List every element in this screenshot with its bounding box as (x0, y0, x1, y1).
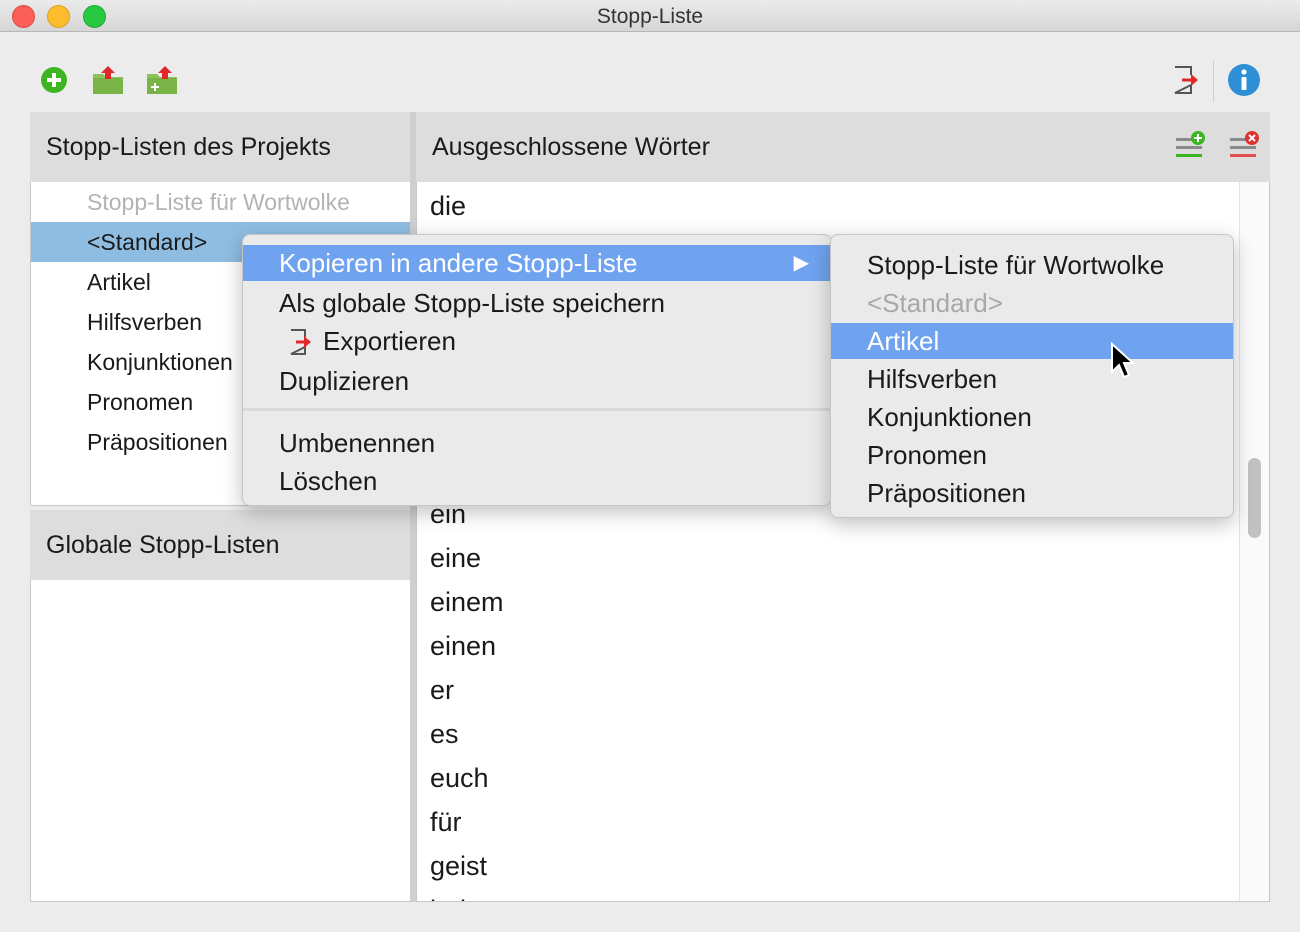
menu-separator (243, 408, 831, 411)
menu-item-label: Als globale Stopp-Liste speichern (279, 288, 665, 318)
list-item[interactable]: einem (430, 580, 504, 624)
add-word-button[interactable] (1172, 128, 1208, 164)
list-item[interactable]: Stopp-Liste für Wortwolke (31, 182, 411, 222)
info-button[interactable] (1224, 60, 1264, 100)
list-item[interactable]: geist (430, 844, 487, 888)
mouse-cursor-icon (1111, 342, 1136, 379)
export-button[interactable] (1166, 60, 1206, 100)
submenu-item-label: Stopp-Liste für Wortwolke (867, 250, 1165, 280)
add-list-button[interactable] (34, 60, 74, 100)
submenu-item[interactable]: Hilfsverben (831, 361, 1233, 397)
menu-item-label: Exportieren (323, 326, 456, 356)
list-item[interactable]: habe (430, 888, 490, 901)
delete-word-icon (1230, 131, 1259, 157)
submenu-item-label: Artikel (867, 326, 940, 356)
list-item[interactable]: eine (430, 536, 481, 580)
list-item[interactable]: er (430, 668, 454, 712)
import-new-button[interactable] (142, 60, 182, 100)
menu-item-export[interactable]: Exportieren (243, 323, 831, 359)
submenu-item-label: Konjunktionen (867, 402, 1032, 432)
copy-target-submenu: Stopp-Liste für Wortwolke <Standard> Art… (830, 234, 1234, 518)
title-bar: Stopp-Liste (0, 0, 1300, 32)
global-lists-header: Globale Stopp-Listen (30, 510, 412, 580)
toolbar-divider (1213, 60, 1214, 102)
context-menu: Kopieren in andere Stopp-Liste ▶ Als glo… (242, 234, 832, 506)
menu-item-duplicate[interactable]: Duplizieren (243, 363, 831, 399)
submenu-item-label: Hilfsverben (867, 364, 998, 394)
add-word-icon (1176, 131, 1205, 157)
list-item[interactable]: euch (430, 756, 489, 800)
list-item[interactable]: einen (430, 624, 496, 668)
scrollbar[interactable] (1239, 182, 1269, 901)
import-button[interactable] (88, 60, 128, 100)
project-lists-header: Stopp-Listen des Projekts (30, 112, 412, 182)
submenu-item: <Standard> (831, 285, 1233, 321)
submenu-item[interactable]: Konjunktionen (831, 399, 1233, 435)
submenu-item[interactable]: Stopp-Liste für Wortwolke (831, 247, 1233, 283)
add-icon (41, 67, 67, 93)
submenu-item[interactable]: Pronomen (831, 437, 1233, 473)
menu-item-label: Kopieren in andere Stopp-Liste (279, 248, 638, 278)
submenu-arrow-icon: ▶ (793, 252, 809, 274)
window-title: Stopp-Liste (596, 5, 704, 28)
menu-item-delete[interactable]: Löschen (243, 463, 831, 499)
info-icon (1228, 64, 1260, 96)
excluded-words-title: Ausgeschlossene Wörter (432, 132, 710, 161)
submenu-item[interactable]: Präpositionen (831, 475, 1233, 511)
menu-item-copy-to-list[interactable]: Kopieren in andere Stopp-Liste ▶ (243, 245, 831, 281)
menu-item-label: Umbenennen (279, 428, 436, 458)
left-panel: Stopp-Listen des Projekts Stopp-Liste fü… (30, 112, 412, 902)
submenu-item[interactable]: Artikel (831, 323, 1233, 359)
menu-item-label: Löschen (279, 466, 378, 496)
submenu-item-label: Pronomen (867, 440, 987, 470)
submenu-item-label: <Standard> (867, 288, 1003, 318)
import-icon (93, 66, 123, 94)
list-item[interactable]: es (430, 712, 459, 756)
list-item[interactable]: die (430, 184, 466, 228)
delete-word-button[interactable] (1226, 128, 1262, 164)
menu-item-save-global[interactable]: Als globale Stopp-Liste speichern (243, 285, 831, 321)
import-new-icon (147, 66, 177, 94)
list-item[interactable]: für (430, 800, 462, 844)
export-icon (290, 329, 311, 355)
submenu-item-label: Präpositionen (867, 478, 1026, 508)
scrollbar-thumb[interactable] (1248, 458, 1261, 538)
menu-item-label: Duplizieren (279, 366, 410, 396)
export-icon (1174, 66, 1198, 94)
excluded-words-header: Ausgeschlossene Wörter (416, 112, 1270, 182)
global-list[interactable] (30, 580, 412, 902)
menu-item-rename[interactable]: Umbenennen (243, 425, 831, 461)
